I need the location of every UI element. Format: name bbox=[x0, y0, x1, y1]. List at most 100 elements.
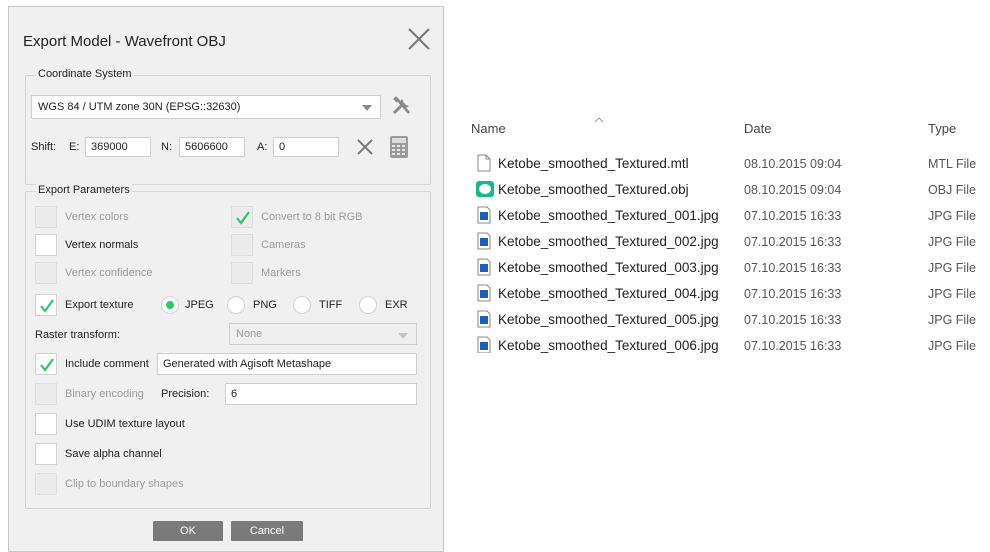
file-name: Ketobe_smoothed_Textured_001.jpg bbox=[498, 208, 719, 223]
vertex-confidence-label: Vertex confidence bbox=[65, 267, 153, 279]
udim-checkbox[interactable] bbox=[35, 413, 57, 435]
file-row[interactable]: Ketobe_smoothed_Textured_005.jpg 07.10.2… bbox=[476, 307, 990, 333]
dialog-title: Export Model - Wavefront OBJ bbox=[23, 33, 226, 50]
file-row[interactable]: Ketobe_smoothed_Textured_004.jpg 07.10.2… bbox=[476, 281, 990, 307]
save-alpha-label: Save alpha channel bbox=[65, 448, 162, 460]
tiff-label: TIFF bbox=[319, 299, 343, 311]
file-date: 08.10.2015 09:04 bbox=[744, 183, 842, 197]
coordinate-system-group: Coordinate System bbox=[25, 68, 431, 185]
file-row[interactable]: Ketobe_smoothed_Textured.mtl 08.10.2015 … bbox=[476, 151, 990, 177]
tools-icon[interactable] bbox=[389, 93, 415, 119]
tiff-radio[interactable] bbox=[293, 296, 311, 314]
clip-boundary-checkbox[interactable] bbox=[35, 473, 57, 495]
cameras-checkbox[interactable] bbox=[231, 234, 253, 256]
raster-transform-label: Raster transform: bbox=[35, 329, 120, 341]
convert-8bit-label: Convert to 8 bit RGB bbox=[261, 211, 363, 223]
file-name: Ketobe_smoothed_Textured_004.jpg bbox=[498, 286, 719, 301]
file-row[interactable]: Ketobe_smoothed_Textured_003.jpg 07.10.2… bbox=[476, 255, 990, 281]
column-header-date[interactable]: Date bbox=[744, 121, 771, 136]
udim-label: Use UDIM texture layout bbox=[65, 418, 185, 430]
crs-select[interactable]: WGS 84 / UTM zone 30N (EPSG::32630) bbox=[31, 95, 381, 119]
file-type: JPG File bbox=[928, 235, 976, 249]
vertex-colors-label: Vertex colors bbox=[65, 211, 129, 223]
export-dialog: Export Model - Wavefront OBJ Coordinate … bbox=[8, 6, 444, 552]
column-header-name[interactable]: Name bbox=[471, 121, 506, 136]
file-row[interactable]: Ketobe_smoothed_Textured_002.jpg 07.10.2… bbox=[476, 229, 990, 255]
checkmark-icon bbox=[236, 211, 250, 225]
file-row-clip: Ketobe_smoothed_Textured_006.jpg 07.10.2… bbox=[476, 333, 990, 353]
markers-label: Markers bbox=[261, 267, 301, 279]
sort-ascending-icon[interactable] bbox=[594, 110, 604, 123]
image-file-icon bbox=[476, 258, 492, 276]
vertex-normals-label: Vertex normals bbox=[65, 239, 139, 251]
file-type: JPG File bbox=[928, 209, 976, 223]
checkmark-icon bbox=[40, 358, 54, 372]
png-label: PNG bbox=[253, 299, 277, 311]
shift-a-input[interactable]: 0 bbox=[273, 137, 339, 157]
close-icon[interactable] bbox=[405, 25, 433, 53]
clear-shift-icon[interactable] bbox=[355, 137, 375, 157]
shift-n-input[interactable]: 5606600 bbox=[179, 137, 245, 157]
image-file-icon bbox=[476, 206, 492, 224]
file-date: 07.10.2015 16:33 bbox=[744, 313, 842, 327]
file-name: Ketobe_smoothed_Textured.mtl bbox=[498, 156, 689, 171]
cancel-button[interactable]: Cancel bbox=[231, 521, 303, 541]
radio-selected-dot bbox=[166, 301, 174, 309]
markers-checkbox[interactable] bbox=[231, 262, 253, 284]
raster-transform-select[interactable]: None bbox=[229, 323, 417, 345]
obj-file-icon bbox=[476, 180, 494, 198]
raster-transform-value: None bbox=[236, 328, 263, 340]
column-header-type[interactable]: Type bbox=[928, 121, 956, 136]
precision-input[interactable]: 6 bbox=[225, 383, 417, 405]
convert-8bit-checkbox[interactable] bbox=[231, 206, 253, 228]
file-type: JPG File bbox=[928, 261, 976, 275]
png-radio[interactable] bbox=[227, 296, 245, 314]
file-date: 07.10.2015 16:33 bbox=[744, 339, 842, 353]
shift-label: Shift: bbox=[31, 141, 57, 153]
comment-input[interactable]: Generated with Agisoft Metashape bbox=[157, 353, 417, 375]
calculator-icon[interactable] bbox=[389, 135, 409, 159]
file-name: Ketobe_smoothed_Textured_006.jpg bbox=[498, 338, 719, 353]
ok-button[interactable]: OK bbox=[153, 521, 223, 541]
shift-e-input[interactable]: 369000 bbox=[85, 137, 151, 157]
file-row[interactable]: Ketobe_smoothed_Textured_006.jpg 07.10.2… bbox=[476, 333, 990, 353]
e-label: E: bbox=[69, 141, 80, 153]
file-type: JPG File bbox=[928, 339, 976, 353]
include-comment-label: Include comment bbox=[65, 358, 149, 370]
document-icon bbox=[476, 154, 492, 172]
jpeg-label: JPEG bbox=[185, 299, 214, 311]
jpeg-radio[interactable] bbox=[161, 296, 179, 314]
file-name: Ketobe_smoothed_Textured_002.jpg bbox=[498, 234, 719, 249]
clip-boundary-label: Clip to boundary shapes bbox=[65, 478, 184, 490]
precision-label: Precision: bbox=[161, 388, 210, 400]
file-type: MTL File bbox=[928, 157, 977, 171]
n-label: N: bbox=[161, 141, 172, 153]
exr-radio[interactable] bbox=[359, 296, 377, 314]
export-parameters-title: Export Parameters bbox=[36, 184, 132, 196]
file-date: 07.10.2015 16:33 bbox=[744, 287, 842, 301]
file-date: 07.10.2015 16:33 bbox=[744, 261, 842, 275]
vertex-colors-checkbox[interactable] bbox=[35, 206, 57, 228]
vertex-confidence-checkbox[interactable] bbox=[35, 262, 57, 284]
file-row[interactable]: Ketobe_smoothed_Textured.obj 08.10.2015 … bbox=[476, 177, 990, 203]
binary-encoding-checkbox[interactable] bbox=[35, 383, 57, 405]
vertex-normals-checkbox[interactable] bbox=[35, 234, 57, 256]
file-date: 07.10.2015 16:33 bbox=[744, 209, 842, 223]
file-name: Ketobe_smoothed_Textured_005.jpg bbox=[498, 312, 719, 327]
file-row[interactable]: Ketobe_smoothed_Textured_001.jpg 07.10.2… bbox=[476, 203, 990, 229]
checkmark-icon bbox=[40, 299, 54, 313]
binary-encoding-label: Binary encoding bbox=[65, 388, 144, 400]
file-name: Ketobe_smoothed_Textured.obj bbox=[498, 182, 689, 197]
file-date: 08.10.2015 09:04 bbox=[744, 157, 842, 171]
a-label: A: bbox=[257, 141, 268, 153]
cameras-label: Cameras bbox=[261, 239, 306, 251]
image-file-icon bbox=[476, 336, 492, 353]
export-texture-label: Export texture bbox=[65, 299, 134, 311]
image-file-icon bbox=[476, 232, 492, 250]
chevron-down-icon bbox=[362, 105, 372, 111]
file-type: OBJ File bbox=[928, 183, 976, 197]
include-comment-checkbox[interactable] bbox=[35, 353, 57, 375]
crs-value: WGS 84 / UTM zone 30N (EPSG::32630) bbox=[38, 101, 241, 113]
export-texture-checkbox[interactable] bbox=[35, 294, 57, 316]
save-alpha-checkbox[interactable] bbox=[35, 443, 57, 465]
